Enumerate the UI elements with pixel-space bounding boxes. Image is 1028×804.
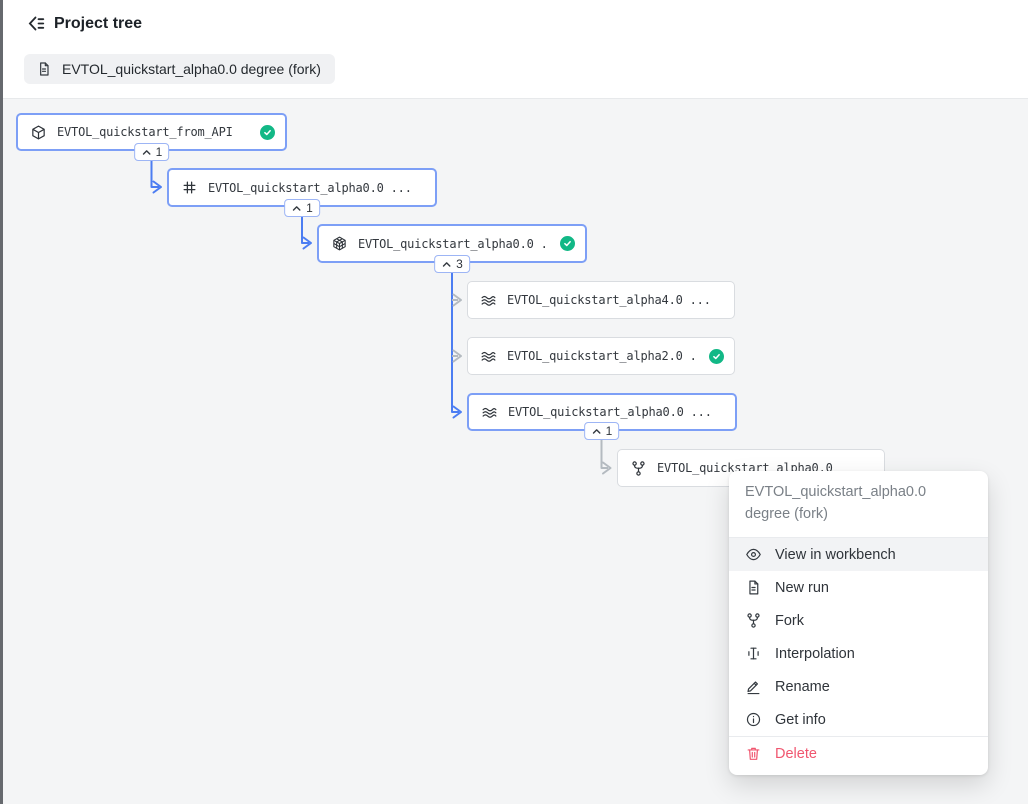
badge-count: 1 <box>606 424 613 438</box>
tree-node-alpha2[interactable]: EVTOL_quickstart_alpha2.0 ... <box>467 337 735 375</box>
context-menu: EVTOL_quickstart_alpha0.0 degree (fork) … <box>729 471 988 775</box>
node-label: EVTOL_quickstart_alpha0.0 ... <box>208 181 412 195</box>
menu-item-label: View in workbench <box>775 547 896 563</box>
menu-item-fork[interactable]: Fork <box>729 604 988 637</box>
menu-item-label: Interpolation <box>775 646 855 662</box>
node-label: EVTOL_quickstart_alpha0.0 ... <box>508 405 712 419</box>
page-title: Project tree <box>54 15 142 33</box>
chevron-up-icon <box>291 204 302 212</box>
file-icon <box>36 61 52 77</box>
tree-structure-icon <box>26 14 45 33</box>
menu-item-label: Delete <box>775 746 817 762</box>
badge-count: 1 <box>306 201 313 215</box>
collapse-badge[interactable]: 1 <box>584 422 620 440</box>
waves-icon <box>481 404 498 421</box>
window-edge <box>0 0 3 804</box>
trash-icon <box>745 745 762 762</box>
chevron-up-icon <box>141 148 152 156</box>
pencil-icon <box>745 678 762 695</box>
waves-icon <box>480 292 497 309</box>
context-menu-title: EVTOL_quickstart_alpha0.0 degree (fork) <box>729 471 988 537</box>
fork-icon <box>745 612 762 629</box>
grid-icon <box>181 179 198 196</box>
check-icon <box>709 349 724 364</box>
menu-item-label: Fork <box>775 613 804 629</box>
info-icon <box>745 711 762 728</box>
voxel-cube-icon <box>331 235 348 252</box>
tree-node-alpha4[interactable]: EVTOL_quickstart_alpha4.0 ... <box>467 281 735 319</box>
eye-icon <box>745 546 762 563</box>
badge-count: 1 <box>156 145 163 159</box>
menu-item-label: Rename <box>775 679 830 695</box>
menu-item-interpolation[interactable]: Interpolation <box>729 637 988 670</box>
node-label: EVTOL_quickstart_from_API <box>57 125 233 139</box>
header: Project tree EVTOL_quickstart_alpha0.0 d… <box>0 0 1028 99</box>
badge-count: 3 <box>456 257 463 271</box>
waves-icon <box>480 348 497 365</box>
package-cube-icon <box>30 124 47 141</box>
interpolation-icon <box>745 645 762 662</box>
chevron-up-icon <box>591 427 602 435</box>
node-label: EVTOL_quickstart_alpha2.0 ... <box>507 349 699 363</box>
chevron-up-icon <box>441 260 452 268</box>
fork-icon <box>630 460 647 477</box>
node-label: EVTOL_quickstart_alpha4.0 ... <box>507 293 711 307</box>
menu-item-get-info[interactable]: Get info <box>729 703 988 736</box>
menu-item-rename[interactable]: Rename <box>729 670 988 703</box>
menu-item-delete[interactable]: Delete <box>729 737 988 770</box>
breadcrumb[interactable]: EVTOL_quickstart_alpha0.0 degree (fork) <box>24 54 335 84</box>
node-label: EVTOL_quickstart_alpha0.0 ... <box>358 237 550 251</box>
menu-item-view-in-workbench[interactable]: View in workbench <box>729 538 988 571</box>
check-icon <box>560 236 575 251</box>
menu-item-label: Get info <box>775 712 826 728</box>
file-icon <box>745 579 762 596</box>
breadcrumb-label: EVTOL_quickstart_alpha0.0 degree (fork) <box>62 61 321 77</box>
collapse-badge[interactable]: 1 <box>134 143 170 161</box>
collapse-badge[interactable]: 1 <box>284 199 320 217</box>
project-tree-screen: Project tree EVTOL_quickstart_alpha0.0 d… <box>0 0 1028 804</box>
check-icon <box>260 125 275 140</box>
menu-item-new-run[interactable]: New run <box>729 571 988 604</box>
collapse-badge[interactable]: 3 <box>434 255 470 273</box>
menu-item-label: New run <box>775 580 829 596</box>
